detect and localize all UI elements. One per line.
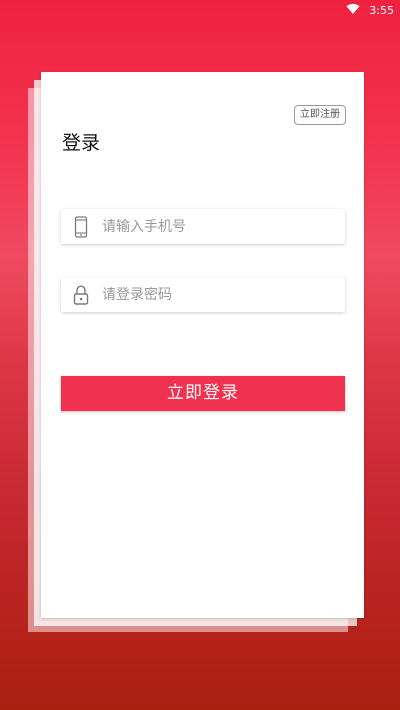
password-input[interactable] xyxy=(102,277,332,312)
login-button[interactable]: 立即登录 xyxy=(61,376,345,411)
status-bar: 3:55 xyxy=(0,0,400,22)
phone-input[interactable] xyxy=(102,209,332,244)
wifi-icon xyxy=(346,3,360,14)
phone-field[interactable] xyxy=(61,209,345,244)
phone-icon xyxy=(74,216,88,238)
status-time: 3:55 xyxy=(369,4,394,17)
lock-icon xyxy=(73,285,89,305)
register-button[interactable]: 立即注册 xyxy=(294,105,346,125)
login-card: 立即注册 登录 立即登录 xyxy=(41,72,364,618)
page-title: 登录 xyxy=(62,132,101,154)
password-field[interactable] xyxy=(61,277,345,312)
